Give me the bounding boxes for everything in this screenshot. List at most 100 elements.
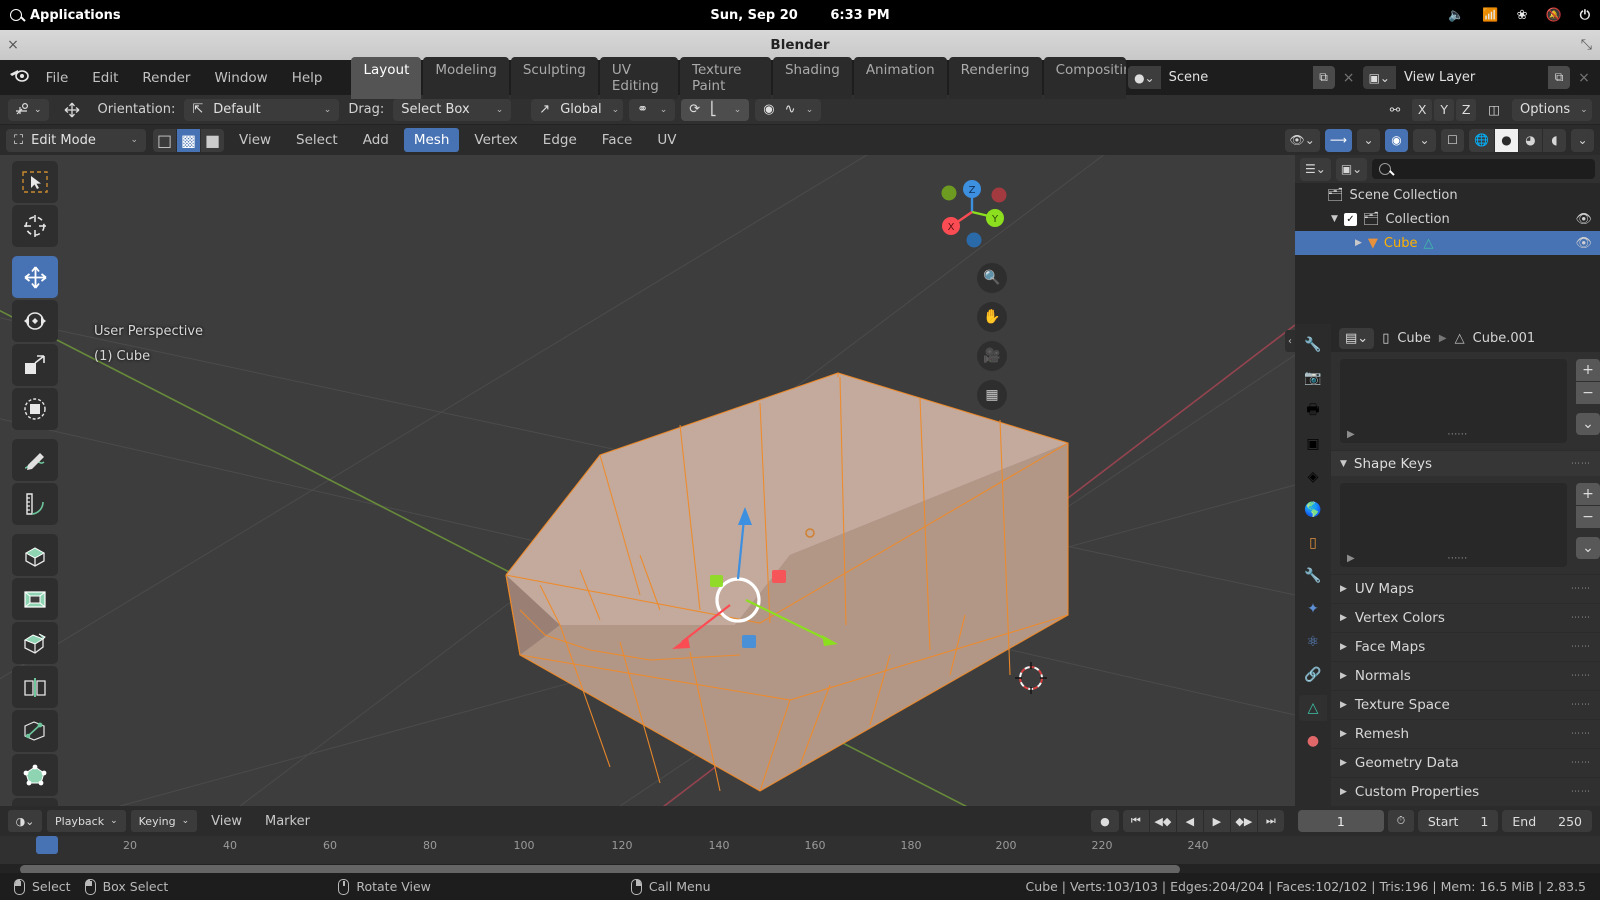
pan-hand-icon[interactable]: ✋ bbox=[977, 302, 1007, 332]
transform-move-icon[interactable] bbox=[55, 99, 89, 121]
solid-icon[interactable]: ● bbox=[1495, 128, 1518, 152]
tab-layout[interactable]: Layout bbox=[351, 56, 422, 99]
face-select-icon[interactable]: ■ bbox=[201, 128, 224, 152]
mirror-icon[interactable]: ⚯ bbox=[1384, 99, 1406, 121]
show-gizmo-icon[interactable]: ☐ bbox=[1441, 128, 1465, 152]
active-tool-icon[interactable]: ⌄ bbox=[8, 98, 49, 121]
power-icon[interactable]: ⏻ bbox=[1580, 8, 1590, 23]
drag-dropdown[interactable]: Select Box ⌄ bbox=[393, 98, 512, 121]
panel-custom-properties[interactable]: ▶ Custom Properties ⋯⋯ bbox=[1331, 777, 1600, 806]
filter-icon[interactable]: ▣⌄ bbox=[1335, 157, 1368, 181]
disclosure-triangle-icon[interactable]: ▼ bbox=[1340, 459, 1347, 469]
xray-dropdown-icon[interactable]: ⌄ bbox=[1357, 128, 1381, 152]
menu-help[interactable]: Help bbox=[281, 66, 334, 90]
tool-icon[interactable]: 🔧 bbox=[1299, 332, 1327, 358]
viewport-menu-add[interactable]: Add bbox=[353, 128, 399, 152]
output-icon[interactable]: 🖶 bbox=[1299, 398, 1327, 424]
disclosure-triangle-icon[interactable]: ▶ bbox=[1340, 787, 1347, 797]
sidebar-toggle-arrow-icon[interactable]: ‹ bbox=[1285, 330, 1295, 352]
viewport-menu-select[interactable]: Select bbox=[286, 128, 348, 152]
scene-icon[interactable]: ●⌄ bbox=[1128, 66, 1161, 89]
playhead[interactable] bbox=[36, 836, 58, 854]
viewport-menu-face[interactable]: Face bbox=[592, 128, 643, 152]
orientation-dropdown[interactable]: ⇱ Default ⌄ bbox=[184, 98, 340, 121]
shape-key-specials-button[interactable]: ⌄ bbox=[1576, 537, 1600, 559]
transform-tool-icon[interactable] bbox=[12, 388, 58, 430]
new-scene-button[interactable]: ⧉ bbox=[1312, 66, 1335, 89]
navigation-gizmo[interactable]: Z Y X bbox=[927, 167, 1017, 257]
notifications-off-icon[interactable]: 🔕 bbox=[1546, 8, 1562, 23]
auto-keying-icon[interactable]: ⏱ bbox=[1387, 810, 1414, 832]
grip-icon[interactable]: ⋯⋯ bbox=[1447, 429, 1467, 440]
tab-shading[interactable]: Shading bbox=[772, 56, 852, 99]
mirror-x-button[interactable]: X bbox=[1412, 98, 1433, 121]
disclosure-triangle-icon[interactable]: ▶ bbox=[1340, 642, 1347, 652]
play-icon[interactable]: ▶ bbox=[1203, 810, 1230, 832]
topology-mirror-icon[interactable]: ◫ bbox=[1482, 99, 1506, 121]
snap-toggle[interactable]: ⚭ ⌄ bbox=[629, 98, 676, 121]
window-maximize-button[interactable]: ⤡ bbox=[1581, 37, 1592, 53]
object-data-icon[interactable]: △ bbox=[1299, 695, 1327, 721]
record-icon[interactable]: ● bbox=[1090, 810, 1119, 832]
physics-icon[interactable]: ⚛ bbox=[1299, 629, 1327, 655]
scale-tool-icon[interactable] bbox=[12, 344, 58, 386]
shading-dropdown-icon[interactable]: ⌄ bbox=[1571, 128, 1594, 152]
edge-select-icon[interactable]: ▩ bbox=[177, 128, 200, 152]
outliner-row-collection[interactable]: ▼ ✓ 🗂 Collection 👁 bbox=[1295, 207, 1600, 231]
snap-space-dropdown[interactable]: ↗ Global ⌄ bbox=[531, 98, 624, 121]
zoom-icon[interactable]: 🔍 bbox=[977, 263, 1007, 293]
timeline-editor-icon[interactable]: ◑⌄ bbox=[8, 810, 42, 832]
wireframe-icon[interactable]: 🌐 bbox=[1469, 128, 1494, 152]
timeline-menu-marker[interactable]: Marker bbox=[256, 811, 319, 832]
material-preview-icon[interactable]: ◕ bbox=[1519, 128, 1542, 152]
remove-scene-button[interactable]: × bbox=[1339, 70, 1359, 86]
particles-icon[interactable]: ✦ bbox=[1299, 596, 1327, 622]
panel-uv-maps[interactable]: ▶ UV Maps ⋯⋯ bbox=[1331, 574, 1600, 603]
view-layer-name[interactable]: View Layer bbox=[1396, 66, 1548, 89]
bevel-tool-icon[interactable] bbox=[12, 622, 58, 664]
loop-cut-tool-icon[interactable] bbox=[12, 666, 58, 708]
mirror-z-button[interactable]: Z bbox=[1456, 98, 1477, 121]
jump-end-icon[interactable]: ⏭ bbox=[1257, 810, 1284, 832]
measure-tool-icon[interactable] bbox=[12, 483, 58, 525]
outliner-display-mode-icon[interactable]: ☰⌄ bbox=[1300, 157, 1331, 181]
new-view-layer-button[interactable]: ⧉ bbox=[1548, 66, 1570, 89]
viewport-menu-vertex[interactable]: Vertex bbox=[464, 128, 527, 152]
panel-shape-keys-header[interactable]: ▼ Shape Keys ⋯⋯ bbox=[1331, 450, 1600, 476]
object-icon[interactable]: ▯ bbox=[1299, 530, 1327, 556]
vertex-groups-list[interactable]: ▶ ⋯⋯ bbox=[1340, 359, 1567, 443]
scene-name[interactable]: Scene bbox=[1160, 66, 1313, 89]
toggle-ortho-icon[interactable]: ▦ bbox=[977, 380, 1007, 410]
move-gizmo[interactable] bbox=[660, 485, 880, 675]
rotate-tool-icon[interactable] bbox=[12, 300, 58, 342]
timeline-ruler[interactable]: 20 40 60 80 100 120 140 160 180 200 220 … bbox=[0, 836, 1600, 864]
mirror-y-button[interactable]: Y bbox=[1434, 98, 1455, 121]
menu-edit[interactable]: Edit bbox=[81, 66, 129, 90]
breadcrumb-object-name[interactable]: Cube bbox=[1397, 331, 1431, 346]
options-dropdown[interactable]: Options ⌄ bbox=[1512, 98, 1592, 121]
frame-end-field[interactable]: End 250 bbox=[1502, 810, 1592, 832]
menu-file[interactable]: File bbox=[35, 66, 80, 90]
camera-view-icon[interactable]: 🎥 bbox=[977, 341, 1007, 371]
mode-selector[interactable]: ⛶ Edit Mode ⌄ bbox=[6, 128, 146, 152]
jump-start-icon[interactable]: ⏮ bbox=[1122, 810, 1149, 832]
tab-sculpting[interactable]: Sculpting bbox=[510, 56, 598, 99]
spin-tool-icon[interactable] bbox=[12, 798, 58, 806]
remove-shape-key-button[interactable]: − bbox=[1576, 506, 1600, 528]
breadcrumb-mesh-name[interactable]: Cube.001 bbox=[1473, 331, 1536, 346]
add-shape-key-button[interactable]: + bbox=[1576, 483, 1600, 505]
viewport-menu-uv[interactable]: UV bbox=[647, 128, 686, 152]
expand-triangle-icon[interactable]: ▶ bbox=[1347, 553, 1355, 564]
add-vertex-group-button[interactable]: + bbox=[1576, 359, 1600, 381]
panel-face-maps[interactable]: ▶ Face Maps ⋯⋯ bbox=[1331, 632, 1600, 661]
timeline-menu-keying[interactable]: Keying ⌄ bbox=[130, 810, 198, 832]
tab-compositing[interactable]: Compositin bbox=[1043, 56, 1127, 99]
disclosure-triangle-icon[interactable]: ▶ bbox=[1340, 671, 1347, 681]
timeline-menu-playback[interactable]: Playback ⌄ bbox=[47, 810, 126, 832]
snap-settings[interactable]: ⟳ ⎣ ⌄ bbox=[681, 98, 750, 121]
menu-render[interactable]: Render bbox=[131, 66, 201, 90]
next-keyframe-icon[interactable]: ◆▶ bbox=[1230, 810, 1257, 832]
shape-keys-list[interactable]: ▶ ⋯⋯ bbox=[1340, 483, 1567, 567]
tab-rendering[interactable]: Rendering bbox=[948, 56, 1042, 99]
volume-icon[interactable]: 🔈 bbox=[1448, 8, 1464, 23]
